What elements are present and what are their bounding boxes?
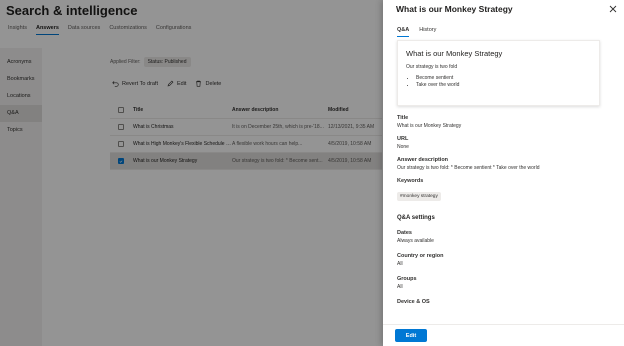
qa-settings-heading: Q&A settings	[397, 215, 435, 221]
country-label: Country or region	[397, 253, 444, 259]
preview-bullet: Take over the world	[416, 82, 591, 88]
panel-tabs: Q&A History	[397, 27, 436, 37]
details-fields: Title What is our Monkey Strategy URL No…	[397, 115, 607, 312]
url-label: URL	[397, 136, 409, 142]
modal-overlay[interactable]	[0, 0, 383, 346]
panel-footer: Edit	[383, 324, 624, 346]
preview-title: What is our Monkey Strategy	[406, 49, 503, 58]
answer-preview-card: What is our Monkey Strategy Our strategy…	[397, 40, 600, 106]
preview-bullet: Become sentient	[416, 75, 591, 81]
groups-value: All	[397, 284, 403, 290]
close-icon[interactable]	[608, 4, 618, 14]
answer-description-label: Answer description	[397, 157, 449, 163]
preview-text: Our strategy is two fold	[406, 64, 458, 70]
answer-description-value: Our strategy is two fold: * Become senti…	[397, 165, 540, 171]
title-label: Title	[397, 115, 409, 121]
groups-label: Groups	[397, 276, 417, 282]
edit-button[interactable]: Edit	[395, 329, 427, 342]
url-value: None	[397, 144, 409, 150]
tab-qa[interactable]: Q&A	[397, 27, 410, 37]
keywords-label: Keywords	[397, 178, 424, 184]
device-os-label: Device & OS	[397, 299, 430, 305]
preview-bullet-list: Become sentient Take over the world	[416, 75, 591, 88]
details-panel: What is our Monkey Strategy Q&A History …	[383, 0, 624, 346]
dates-value: Always available	[397, 238, 434, 244]
dates-label: Dates	[397, 230, 412, 236]
tab-history[interactable]: History	[419, 27, 436, 37]
title-value: What is our Monkey Strategy	[397, 123, 462, 129]
keyword-chip: #monkey strategy	[397, 192, 441, 201]
panel-title: What is our Monkey Strategy	[396, 4, 513, 14]
country-value: All	[397, 261, 403, 267]
